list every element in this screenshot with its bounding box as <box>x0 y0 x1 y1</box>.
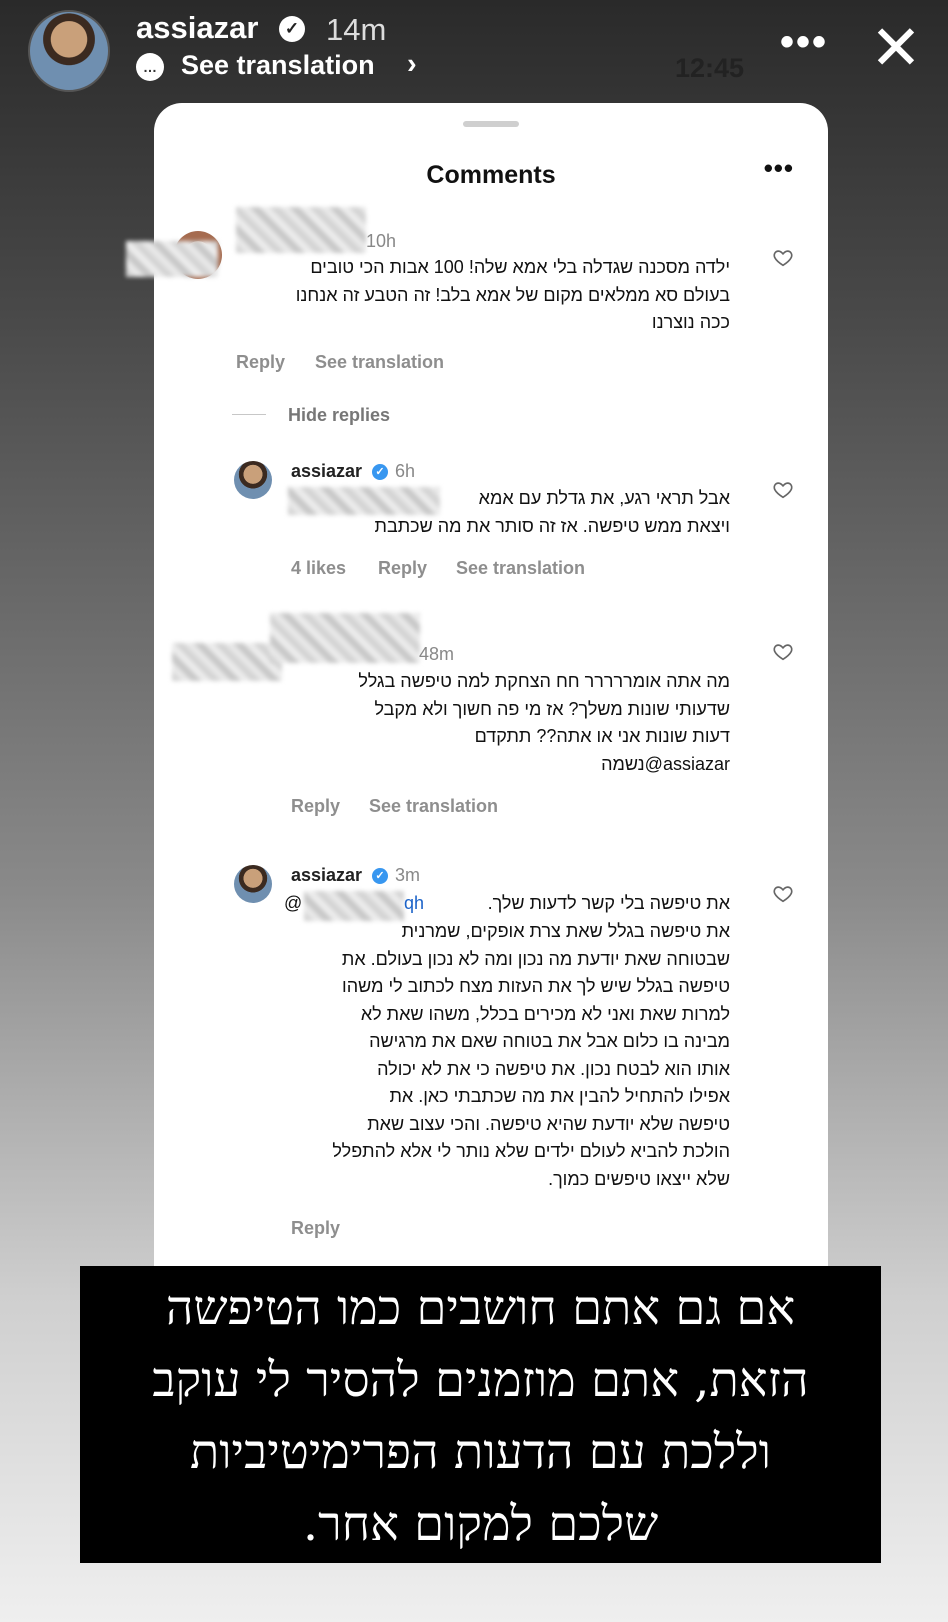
reply-button[interactable]: Reply <box>236 352 285 373</box>
story-header: assiazar ✓ 14m … See translation › 12:45… <box>0 0 948 100</box>
comment-mention-suffix[interactable]: qh <box>404 890 434 918</box>
comment-text: ילדה מסכנה שגדלה בלי אמא שלה! 100 אבות ה… <box>295 257 730 332</box>
comments-title: Comments <box>426 161 556 189</box>
comment-first-line: את טיפשה בלי קשר לדעות שלך. <box>487 893 730 913</box>
comment-mention-prefix[interactable]: @ <box>284 890 304 918</box>
screenshot-clock: 12:45 <box>675 53 745 83</box>
heart-icon[interactable] <box>772 479 794 501</box>
comment-username[interactable]: assiazar <box>291 461 362 482</box>
reply-button[interactable]: Reply <box>291 796 340 817</box>
blurred-username <box>270 613 420 663</box>
see-translation-button[interactable]: See translation <box>369 796 498 817</box>
avatar[interactable] <box>234 461 272 499</box>
avatar[interactable] <box>234 865 272 903</box>
reply-button[interactable]: Reply <box>378 558 427 579</box>
comments-more-button[interactable]: ••• <box>764 153 794 184</box>
comment-time: 3m <box>395 865 421 885</box>
blurred-avatar <box>126 241 218 277</box>
verified-badge-icon: ✓ <box>372 464 388 480</box>
story-username[interactable]: assiazar <box>136 10 258 46</box>
speech-bubble-icon[interactable]: … <box>136 53 164 81</box>
story-caption: אם גם אתם חושבים כמו הטיפשה הזאת, אתם מו… <box>80 1266 881 1563</box>
sheet-drag-handle[interactable] <box>463 121 519 127</box>
heart-icon[interactable] <box>772 641 794 663</box>
reply-button[interactable]: Reply <box>291 1218 340 1239</box>
comment-text: מה אתה אומררררר חח הצחקת למה טיפשה בגלל … <box>358 671 730 774</box>
see-translation-button[interactable]: See translation <box>315 352 444 373</box>
see-translation-button[interactable]: See translation <box>181 50 375 81</box>
blurred-avatar <box>172 643 282 681</box>
chevron-right-icon[interactable]: › <box>407 48 417 81</box>
heart-icon[interactable] <box>772 247 794 269</box>
comments-sheet: Comments ••• 10h ילדה מסכנה שגדלה בלי אמ… <box>126 103 828 1273</box>
hide-replies-line <box>232 414 266 415</box>
comment-text: אבל תראי רגע, את גדלת עם אמא ויצאת ממש ט… <box>374 488 730 536</box>
comment-time: 10h <box>366 231 397 251</box>
blurred-mention <box>304 891 404 921</box>
likes-count[interactable]: 4 likes <box>291 558 346 579</box>
blurred-username <box>236 207 366 253</box>
comment-username[interactable]: assiazar <box>291 865 362 886</box>
story-more-button[interactable]: ••• <box>780 20 828 65</box>
verified-badge-icon: ✓ <box>279 16 305 42</box>
comment-text: את טיפשה בגלל שאת צרת אופקים, שמרנית שבט… <box>332 921 730 1189</box>
see-translation-button[interactable]: See translation <box>456 558 585 579</box>
verified-badge-icon: ✓ <box>372 868 388 884</box>
hide-replies-button[interactable]: Hide replies <box>288 405 390 426</box>
heart-icon[interactable] <box>772 883 794 905</box>
comment-time: 6h <box>395 461 416 481</box>
story-avatar[interactable] <box>28 10 110 92</box>
comment-time: 48m <box>419 644 455 664</box>
story-time-ago: 14m <box>326 12 387 47</box>
close-icon[interactable]: ✕ <box>870 18 922 80</box>
